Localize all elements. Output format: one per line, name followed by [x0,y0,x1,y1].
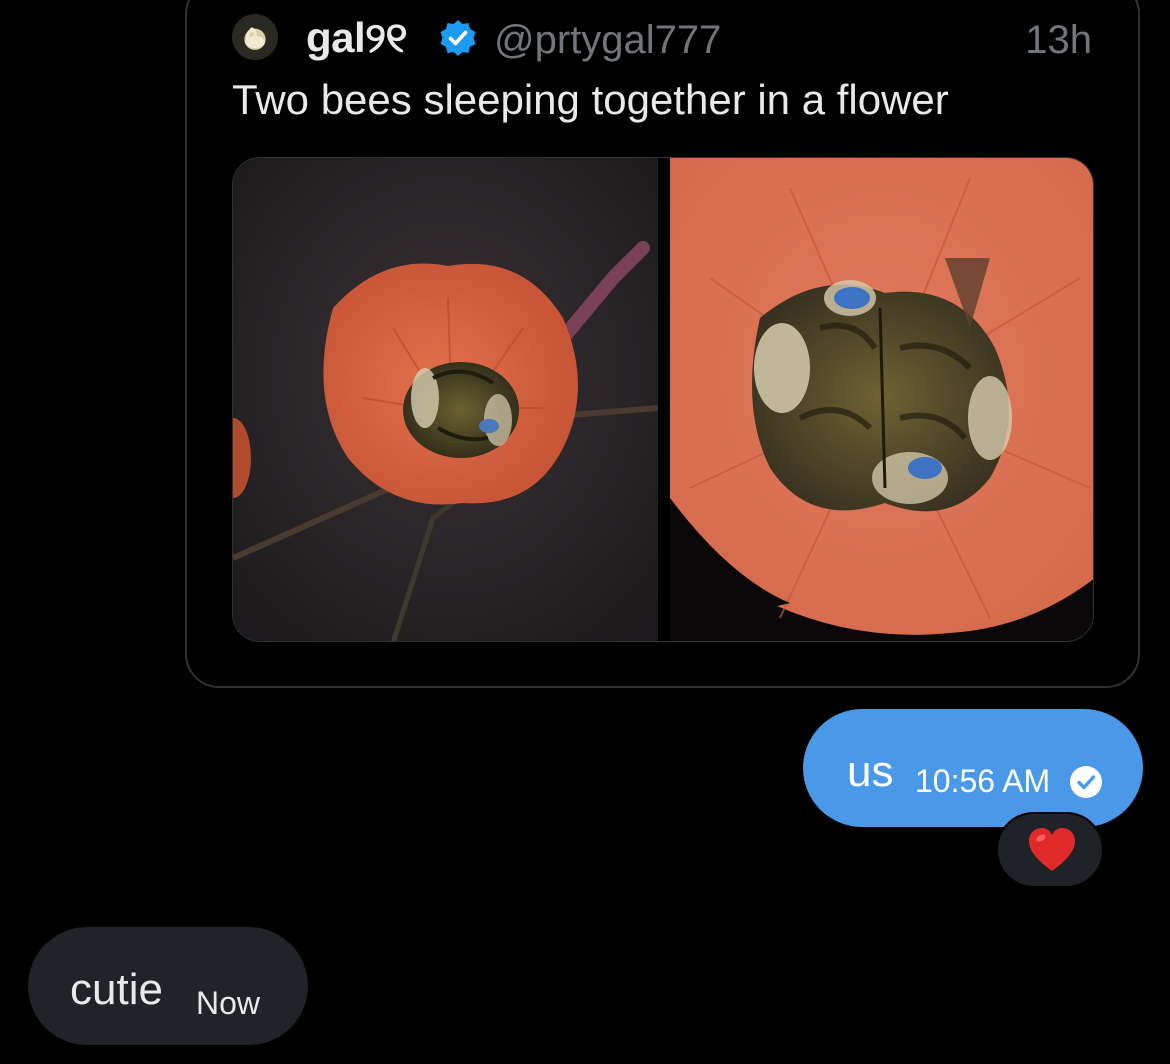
outgoing-message-time: 10:56 AM [915,763,1051,799]
bee-flower-photo-wide[interactable] [233,158,658,641]
read-receipt-check-icon [1069,765,1103,799]
verified-badge-icon [438,18,478,58]
author-display-name[interactable]: gal୨୧ [306,14,407,63]
heart-icon [1029,828,1075,871]
outgoing-message-bubble[interactable]: us 10:56 AM [803,709,1143,827]
quoted-post-header: gal୨୧ @prtygal777 13h [232,12,1092,63]
message-reaction[interactable] [996,812,1104,888]
author-avatar[interactable] [232,14,278,60]
post-timestamp[interactable]: 13h [1025,18,1092,63]
author-handle[interactable]: @prtygal777 [494,18,721,63]
incoming-message-time: Now [196,985,261,1021]
incoming-message-text: cutie [70,965,163,1014]
outgoing-message-text: us [847,747,894,796]
bee-flower-photo-closeup[interactable] [670,158,1093,641]
incoming-message-bubble[interactable]: cutie Now [28,927,308,1045]
quoted-post-text: Two bees sleeping together in a flower [232,76,949,123]
quoted-post-media[interactable] [232,157,1094,642]
